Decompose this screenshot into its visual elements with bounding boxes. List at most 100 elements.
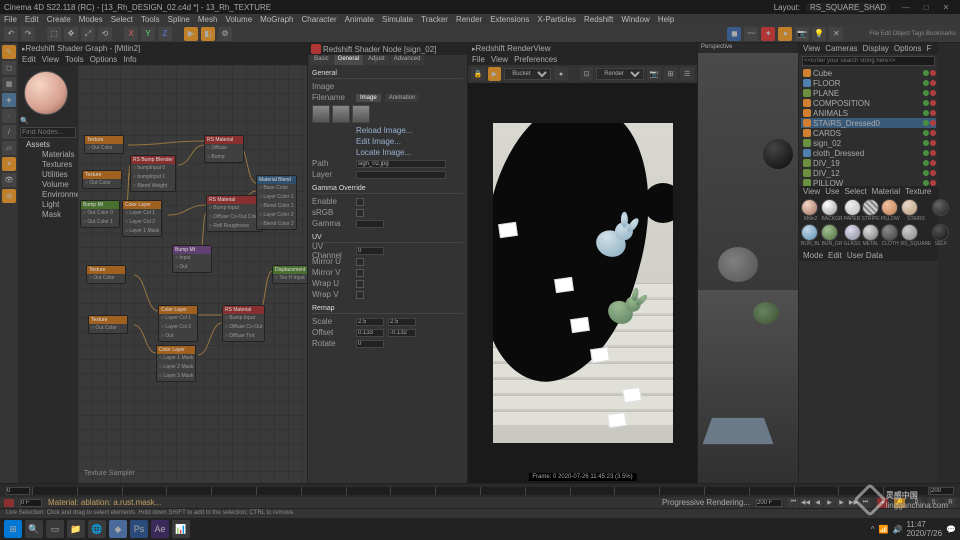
shader-node[interactable]: Color Layer○ Layer 1 Mask○ Layer 2 Mask○… <box>156 345 196 382</box>
object-row[interactable]: Cube <box>801 68 936 78</box>
menu-volume[interactable]: Volume <box>225 15 252 24</box>
material-preview[interactable] <box>24 71 68 115</box>
task-view-icon[interactable]: ▭ <box>46 520 64 538</box>
material-item[interactable]: Mtlin2 <box>801 199 820 223</box>
ps-icon[interactable]: Ps <box>130 520 148 538</box>
mat-menu-item[interactable]: Material <box>872 187 900 196</box>
node-header[interactable]: Displacement <box>273 266 307 274</box>
material-item[interactable]: STAIRS <box>901 199 932 223</box>
material-item[interactable]: GLASS <box>844 224 861 248</box>
scale-v-field[interactable] <box>388 318 416 326</box>
menu-animate[interactable]: Animate <box>345 15 374 24</box>
render-region-button[interactable]: ◧ <box>201 27 215 41</box>
node-port[interactable]: ○ Layer 3 Mask <box>157 372 195 381</box>
node-port[interactable]: ○ Layer 1 Mask <box>123 227 161 236</box>
props-tab[interactable]: Advanced <box>390 55 425 65</box>
ipr-button[interactable]: ● <box>554 67 568 81</box>
menu-extensions[interactable]: Extensions <box>490 15 529 24</box>
node-port[interactable]: ○ Blend Color 2 <box>257 220 296 229</box>
play-button[interactable]: ▶ <box>824 498 835 508</box>
obj-menu-item[interactable]: View <box>803 44 820 53</box>
node-port[interactable]: ○ Refl Roughness <box>207 222 262 231</box>
timeline-track[interactable] <box>32 487 928 495</box>
next-key-button[interactable]: ▶▶ <box>848 498 859 508</box>
move-tool[interactable]: ✥ <box>64 27 78 41</box>
node-header[interactable]: Bump Mt <box>81 201 119 209</box>
viewport-solo-icon[interactable]: 👁 <box>2 173 16 187</box>
shader-node[interactable]: Color Layer○ Layer Col 1○ Layer Col 2○ L… <box>122 200 162 237</box>
node-port[interactable]: ○ Out <box>159 332 197 341</box>
gamma-enable-checkbox[interactable] <box>356 198 364 206</box>
clock[interactable]: 11:472020/7/26 <box>906 520 942 538</box>
shader-node[interactable]: RS Material○ Bump Input○ Diffuse Co-Out … <box>206 195 263 232</box>
node-header[interactable]: Bump Mt <box>173 246 211 254</box>
material-item[interactable]: STRIPE <box>862 199 880 223</box>
search-taskbar-icon[interactable]: 🔍 <box>25 520 43 538</box>
node-header[interactable]: RS Material <box>207 196 262 204</box>
mat-menu-item[interactable]: View <box>803 187 820 196</box>
object-row[interactable]: DIV_19 <box>801 158 936 168</box>
shader-node[interactable]: Material Blend○ Base Color○ Layer Color … <box>256 175 297 230</box>
node-header[interactable]: RS Material <box>205 136 243 144</box>
render-button[interactable]: ▶ <box>184 27 198 41</box>
shader-menu-item[interactable]: Edit <box>22 55 36 64</box>
shader-node[interactable]: Texture○ Out Color <box>82 170 122 189</box>
shader-node[interactable]: Texture○ Out Color <box>84 135 124 154</box>
menu-spline[interactable]: Spline <box>168 15 190 24</box>
find-nodes-input[interactable] <box>20 127 76 138</box>
material-item[interactable]: BACKGR <box>821 199 842 223</box>
render-settings-button[interactable]: ⚙ <box>218 27 232 41</box>
prev-key-button[interactable]: ◀◀ <box>800 498 811 508</box>
node-port[interactable]: ○ Input <box>173 254 211 263</box>
camera-icon[interactable]: 📷 <box>795 27 809 41</box>
material-item[interactable]: PILLOW <box>881 199 900 223</box>
offset-v-field[interactable] <box>388 329 416 337</box>
snapshot-icon[interactable]: 📷 <box>647 67 661 81</box>
object-search-input[interactable] <box>802 56 935 66</box>
node-port[interactable]: ○ Out Color <box>85 144 123 153</box>
chrome-icon[interactable]: 🌐 <box>88 520 106 538</box>
scale-tool[interactable]: ⤢ <box>81 27 95 41</box>
timeline[interactable] <box>0 483 960 497</box>
node-port[interactable]: ○ Base Color <box>257 184 296 193</box>
shader-node[interactable]: RS Bump Blender○ bumpInput 0○ bumpInput … <box>130 155 176 192</box>
node-port[interactable]: ○ Blend Weight <box>131 182 175 191</box>
node-port[interactable]: ○ Out Color 0 <box>81 209 119 218</box>
material-item[interactable]: RS_SQUARE <box>901 224 932 248</box>
shader-menu-item[interactable]: Info <box>123 55 136 64</box>
asset-item[interactable]: Light <box>34 200 70 210</box>
node-header[interactable]: Texture <box>85 136 123 144</box>
filename-anim-tab[interactable]: Animation <box>385 94 420 102</box>
material-item[interactable]: SELF <box>932 224 949 248</box>
node-port[interactable]: ○ Layer Col 2 <box>159 323 197 332</box>
shader-node[interactable]: Color Layer○ Layer Col 1○ Layer Col 2○ O… <box>158 305 198 342</box>
node-port[interactable]: ○ Out Color <box>89 324 127 333</box>
crop-icon[interactable]: ⊡ <box>580 67 594 81</box>
notifications-icon[interactable]: 💬 <box>946 525 956 534</box>
menu-create[interactable]: Create <box>47 15 71 24</box>
menu-select[interactable]: Select <box>111 15 133 24</box>
menu-simulate[interactable]: Simulate <box>382 15 413 24</box>
axis-icon[interactable]: ✦ <box>2 157 16 171</box>
menu-file[interactable]: File <box>4 15 17 24</box>
material-item[interactable]: BUN_BL <box>801 224 820 248</box>
shader-menu-item[interactable]: Tools <box>65 55 84 64</box>
frame-field[interactable] <box>756 499 782 507</box>
render-menu-item[interactable]: Preferences <box>514 55 557 64</box>
minimize-button[interactable]: — <box>896 1 916 13</box>
node-header[interactable]: RS Material <box>223 306 264 314</box>
shader-node[interactable]: Texture○ Out Color <box>86 265 126 284</box>
node-port[interactable]: ○ Layer 1 Mask <box>157 354 195 363</box>
cube-primitive[interactable]: ◼ <box>727 27 741 41</box>
scale-u-field[interactable] <box>356 318 384 326</box>
ae-icon[interactable]: Ae <box>151 520 169 538</box>
attr-menu-item[interactable]: Edit <box>828 251 842 260</box>
reload-image-link[interactable]: Reload Image... <box>312 125 463 136</box>
object-row[interactable]: PILLOW <box>801 178 936 186</box>
menu-tracker[interactable]: Tracker <box>421 15 448 24</box>
make-editable-icon[interactable]: ✎ <box>2 45 16 59</box>
key-p-icon[interactable]: P <box>911 498 922 508</box>
render-region-select[interactable]: Render <box>596 68 644 80</box>
menu-render[interactable]: Render <box>456 15 482 24</box>
autokey-button[interactable]: 🔑 <box>894 498 905 508</box>
